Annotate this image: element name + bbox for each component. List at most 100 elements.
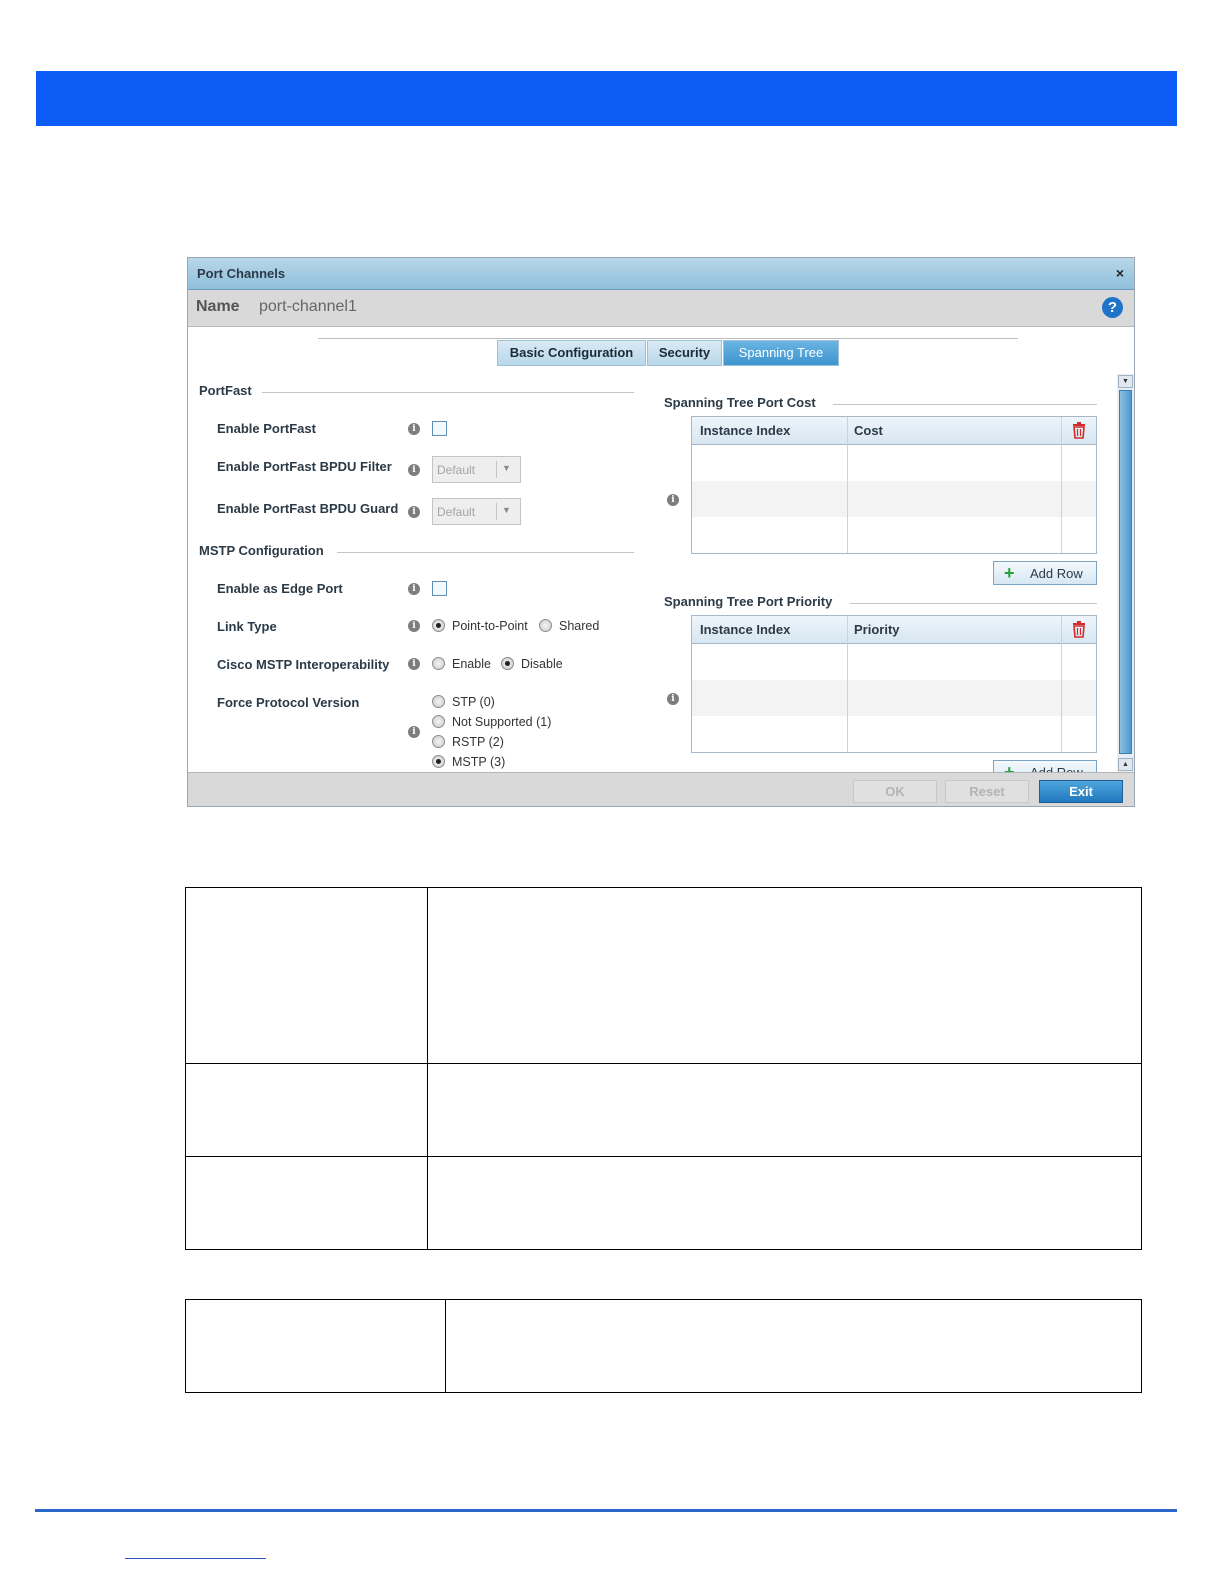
port-priority-section-rule xyxy=(850,603,1097,604)
edge-port-label: Enable as Edge Port xyxy=(217,581,343,596)
cisco-interop-enable-radio[interactable] xyxy=(432,657,445,670)
cisco-interop-option-label: Disable xyxy=(521,657,563,671)
column-header-instance-index[interactable]: Instance Index xyxy=(700,423,790,438)
trash-icon[interactable] xyxy=(1072,621,1086,638)
table-row xyxy=(692,644,1096,680)
info-icon[interactable]: i xyxy=(408,464,420,476)
page-header-band xyxy=(36,71,1177,126)
port-priority-section-title: Spanning Tree Port Priority xyxy=(664,594,833,609)
info-icon[interactable]: i xyxy=(667,494,679,506)
force-protocol-option-label: STP (0) xyxy=(452,695,495,709)
tab-divider xyxy=(318,338,1018,339)
link-type-shared-radio[interactable] xyxy=(539,619,552,632)
force-protocol-rstp-radio[interactable] xyxy=(432,735,445,748)
name-value: port-channel1 xyxy=(259,298,357,315)
port-cost-add-row-button[interactable]: + Add Row xyxy=(993,561,1097,585)
close-icon[interactable]: × xyxy=(1116,265,1124,281)
page-footer-rule xyxy=(35,1509,1177,1512)
bpdu-guard-value: Default xyxy=(437,505,476,519)
force-protocol-option-label: MSTP (3) xyxy=(452,755,506,769)
description-table xyxy=(185,1299,1142,1393)
info-icon[interactable]: i xyxy=(408,506,420,518)
chevron-down-icon: ▼ xyxy=(502,505,511,515)
portfast-section-rule xyxy=(262,392,634,393)
cisco-interop-disable-radio[interactable] xyxy=(501,657,514,670)
force-protocol-mstp-radio[interactable] xyxy=(432,755,445,768)
bpdu-filter-label: Enable PortFast BPDU Filter xyxy=(217,459,392,474)
vertical-scrollbar[interactable]: ▼ ▲ xyxy=(1117,374,1134,772)
table-row xyxy=(692,445,1096,481)
scroll-down-arrow-icon[interactable]: ▲ xyxy=(1118,758,1133,771)
port-cost-section-rule xyxy=(833,404,1097,405)
cisco-interop-label: Cisco MSTP Interoperability xyxy=(217,657,390,672)
force-protocol-option-label: RSTP (2) xyxy=(452,735,504,749)
mstp-section-rule xyxy=(337,552,634,553)
cisco-interop-option-label: Enable xyxy=(452,657,491,671)
bpdu-filter-value: Default xyxy=(437,463,476,477)
table-row xyxy=(692,680,1096,716)
table-row xyxy=(692,517,1096,553)
description-table xyxy=(185,887,1142,1250)
select-separator xyxy=(496,461,497,478)
column-divider xyxy=(1061,616,1062,752)
link-type-label: Link Type xyxy=(217,619,277,634)
scroll-up-arrow-icon[interactable]: ▼ xyxy=(1118,375,1133,388)
dialog-title: Port Channels xyxy=(197,266,286,281)
column-header-priority[interactable]: Priority xyxy=(854,622,900,637)
column-divider xyxy=(847,417,848,553)
mstp-section-title: MSTP Configuration xyxy=(199,543,324,558)
bpdu-filter-select[interactable]: Default ▼ xyxy=(432,456,521,483)
link-type-point-to-point-radio[interactable] xyxy=(432,619,445,632)
column-divider xyxy=(847,616,848,752)
info-icon[interactable]: i xyxy=(408,658,420,670)
bpdu-guard-select[interactable]: Default ▼ xyxy=(432,498,521,525)
table-column-divider xyxy=(445,1300,446,1392)
trash-icon[interactable] xyxy=(1072,422,1086,439)
force-protocol-not-supported-radio[interactable] xyxy=(432,715,445,728)
select-separator xyxy=(496,503,497,520)
info-icon[interactable]: i xyxy=(408,583,420,595)
plus-icon: + xyxy=(1004,563,1015,583)
ok-button[interactable]: OK xyxy=(853,780,937,803)
info-icon[interactable]: i xyxy=(408,423,420,435)
table-row-divider xyxy=(186,1156,1141,1157)
force-protocol-label: Force Protocol Version xyxy=(217,695,360,710)
table-column-divider xyxy=(427,888,428,1249)
help-icon[interactable]: ? xyxy=(1102,297,1123,318)
table-row xyxy=(692,481,1096,517)
port-cost-section-title: Spanning Tree Port Cost xyxy=(664,395,816,410)
enable-portfast-label: Enable PortFast xyxy=(217,421,316,436)
dialog-footer: OK Reset Exit xyxy=(188,772,1134,806)
tab-basic-configuration[interactable]: Basic Configuration xyxy=(497,340,646,366)
chevron-down-icon: ▼ xyxy=(502,463,511,473)
port-priority-table: Instance Index Priority xyxy=(691,615,1097,753)
force-protocol-option-label: Not Supported (1) xyxy=(452,715,552,729)
tab-spanning-tree[interactable]: Spanning Tree xyxy=(723,340,839,366)
enable-portfast-checkbox[interactable] xyxy=(432,421,447,436)
info-icon[interactable]: i xyxy=(408,620,420,632)
link-type-option-label: Shared xyxy=(559,619,600,633)
exit-button[interactable]: Exit xyxy=(1039,780,1123,803)
dialog-titlebar: Port Channels × xyxy=(188,258,1134,290)
edge-port-checkbox[interactable] xyxy=(432,581,447,596)
info-icon[interactable]: i xyxy=(408,726,420,738)
footer-link-underline[interactable] xyxy=(125,1558,266,1559)
column-divider xyxy=(1061,417,1062,553)
force-protocol-stp-radio[interactable] xyxy=(432,695,445,708)
table-row-divider xyxy=(186,1063,1141,1064)
portfast-section-title: PortFast xyxy=(199,383,252,398)
port-cost-table: Instance Index Cost xyxy=(691,416,1097,554)
column-header-instance-index[interactable]: Instance Index xyxy=(700,622,790,637)
tab-security[interactable]: Security xyxy=(647,340,722,366)
column-header-cost[interactable]: Cost xyxy=(854,423,883,438)
bpdu-guard-label: Enable PortFast BPDU Guard xyxy=(217,501,399,516)
link-type-option-label: Point-to-Point xyxy=(452,619,528,633)
table-row xyxy=(692,716,1096,752)
name-bar: Name port-channel1 ? xyxy=(188,290,1134,327)
add-row-label: Add Row xyxy=(1030,566,1083,581)
scroll-thumb[interactable] xyxy=(1119,390,1132,754)
info-icon[interactable]: i xyxy=(667,693,679,705)
port-channels-dialog: Port Channels × Name port-channel1 ? Bas… xyxy=(187,257,1135,807)
name-label: Name xyxy=(196,298,240,315)
reset-button[interactable]: Reset xyxy=(945,780,1029,803)
